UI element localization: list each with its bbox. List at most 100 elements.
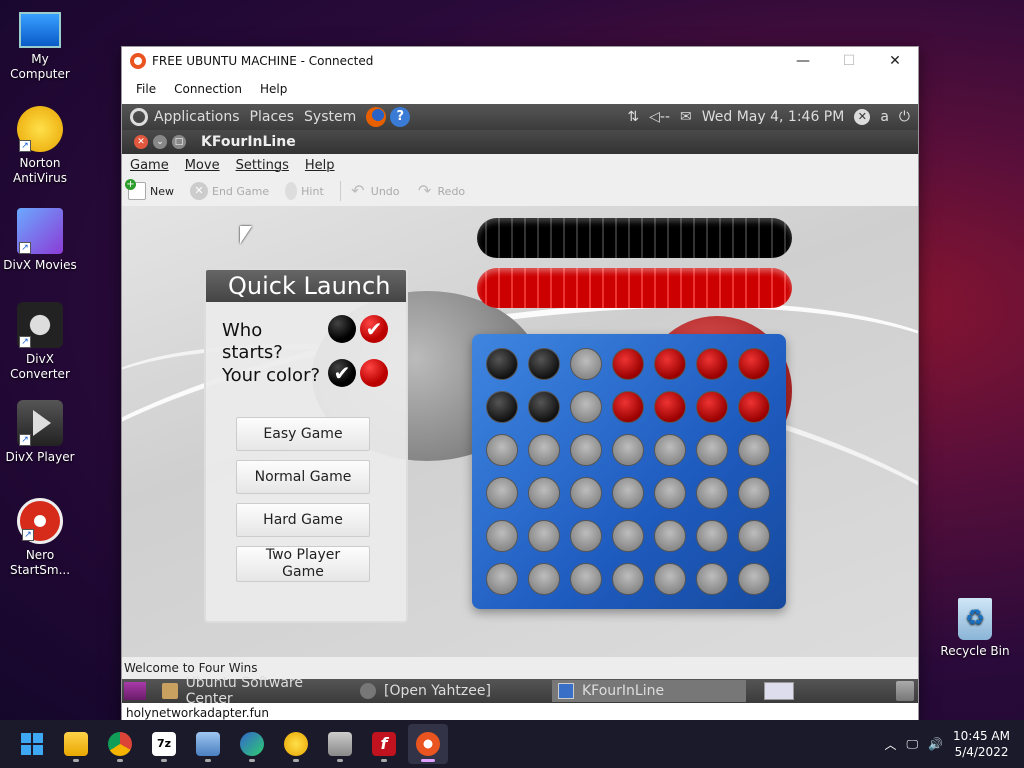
- taskbar-chrome[interactable]: [100, 724, 140, 764]
- network-monitor-icon[interactable]: 🖵: [907, 737, 919, 752]
- minimize-button[interactable]: —: [780, 47, 826, 75]
- taskbar-flash[interactable]: f: [364, 724, 404, 764]
- taskbar-file-explorer[interactable]: [56, 724, 96, 764]
- empty-slot[interactable]: [612, 520, 644, 552]
- taskbar-clock[interactable]: 10:45 AM 5/4/2022: [953, 728, 1010, 760]
- red-piece[interactable]: [696, 391, 728, 423]
- chevron-up-icon[interactable]: ︿: [884, 736, 896, 753]
- empty-slot[interactable]: [570, 434, 602, 466]
- empty-slot[interactable]: [528, 434, 560, 466]
- black-piece[interactable]: [486, 391, 518, 423]
- toolbar-hint-button[interactable]: Hint: [285, 182, 324, 200]
- normal-game-button[interactable]: Normal Game: [236, 460, 370, 494]
- empty-slot[interactable]: [486, 520, 518, 552]
- maximize-button[interactable]: ☐: [826, 47, 872, 75]
- kf-menu-help[interactable]: Help: [305, 158, 335, 173]
- toolbar-redo-button[interactable]: ↷ Redo: [416, 182, 465, 200]
- empty-slot[interactable]: [654, 434, 686, 466]
- empty-slot[interactable]: [486, 434, 518, 466]
- close-button[interactable]: ✕: [872, 47, 918, 75]
- empty-slot[interactable]: [696, 477, 728, 509]
- show-desktop-icon[interactable]: [124, 682, 146, 700]
- black-piece[interactable]: [528, 391, 560, 423]
- kf-menu-move[interactable]: Move: [185, 158, 220, 173]
- empty-slot[interactable]: [570, 520, 602, 552]
- speaker-icon[interactable]: 🔊: [928, 737, 943, 751]
- desktop-icon-nero[interactable]: ↗ Nero StartSm...: [0, 498, 80, 578]
- vm-menu-file[interactable]: File: [136, 82, 156, 96]
- mail-icon[interactable]: ✉: [680, 109, 692, 125]
- desktop-icon-divx-converter[interactable]: ↗ DivX Converter: [0, 302, 80, 382]
- taskbar-ubuntu-vm[interactable]: [408, 724, 448, 764]
- empty-slot[interactable]: [570, 391, 602, 423]
- empty-slot[interactable]: [738, 477, 770, 509]
- desktop-icon-recycle-bin[interactable]: ♻ Recycle Bin: [935, 598, 1015, 659]
- desktop-icon-my-computer[interactable]: My Computer: [0, 10, 80, 82]
- red-piece[interactable]: [654, 348, 686, 380]
- taskbar-network[interactable]: [188, 724, 228, 764]
- empty-slot[interactable]: [738, 434, 770, 466]
- vm-menu-connection[interactable]: Connection: [174, 82, 242, 96]
- red-piece[interactable]: [738, 348, 770, 380]
- two-player-game-button[interactable]: Two Player Game: [236, 546, 370, 582]
- trash-icon[interactable]: [896, 681, 914, 701]
- empty-slot[interactable]: [528, 563, 560, 595]
- empty-slot[interactable]: [654, 520, 686, 552]
- empty-slot[interactable]: [696, 563, 728, 595]
- firefox-icon[interactable]: [366, 107, 387, 127]
- red-piece[interactable]: [738, 391, 770, 423]
- task-ubuntu-software-center[interactable]: Ubuntu Software Center: [156, 675, 350, 707]
- panel-user[interactable]: a: [880, 109, 889, 125]
- workspace-switcher[interactable]: [764, 682, 794, 700]
- task-open-yahtzee[interactable]: [Open Yahtzee]: [354, 680, 548, 702]
- desktop-icon-norton-antivirus[interactable]: ↗ Norton AntiVirus: [0, 106, 80, 186]
- empty-slot[interactable]: [738, 520, 770, 552]
- color-black-option-checked[interactable]: ✔: [328, 359, 356, 387]
- desktop-icon-divx-player[interactable]: ↗ DivX Player: [0, 400, 80, 465]
- empty-slot[interactable]: [654, 477, 686, 509]
- empty-slot[interactable]: [570, 348, 602, 380]
- empty-slot[interactable]: [696, 434, 728, 466]
- toolbar-end-game-button[interactable]: ✕ End Game: [190, 182, 269, 200]
- color-red-option[interactable]: [360, 359, 388, 387]
- vm-menu-help[interactable]: Help: [260, 82, 287, 96]
- toolbar-new-button[interactable]: + New: [125, 179, 174, 200]
- taskbar-edge[interactable]: [232, 724, 272, 764]
- start-button[interactable]: [12, 724, 52, 764]
- empty-slot[interactable]: [486, 477, 518, 509]
- taskbar-norton[interactable]: [276, 724, 316, 764]
- task-kfourinline[interactable]: KFourInLine: [552, 680, 746, 702]
- session-close-icon[interactable]: ✕: [854, 109, 871, 125]
- kf-maximize-button[interactable]: □: [172, 135, 186, 149]
- kf-menu-game[interactable]: Game: [130, 158, 169, 173]
- panel-clock[interactable]: Wed May 4, 1:46 PM: [702, 109, 845, 125]
- empty-slot[interactable]: [612, 563, 644, 595]
- empty-slot[interactable]: [738, 563, 770, 595]
- volume-icon[interactable]: ◁--: [649, 109, 670, 125]
- hard-game-button[interactable]: Hard Game: [236, 503, 370, 537]
- red-piece[interactable]: [654, 391, 686, 423]
- starter-red-option-checked[interactable]: ✔: [360, 315, 388, 343]
- empty-slot[interactable]: [570, 563, 602, 595]
- empty-slot[interactable]: [528, 477, 560, 509]
- kf-menu-settings[interactable]: Settings: [236, 158, 289, 173]
- network-arrows-icon[interactable]: ⇅: [627, 109, 639, 125]
- panel-menu-places[interactable]: Places: [250, 109, 295, 125]
- easy-game-button[interactable]: Easy Game: [236, 417, 370, 451]
- panel-menu-applications[interactable]: Applications: [154, 109, 240, 125]
- red-piece[interactable]: [612, 348, 644, 380]
- panel-menu-system[interactable]: System: [304, 109, 356, 125]
- ubuntu-menu-icon[interactable]: [130, 108, 148, 126]
- game-area[interactable]: Quick Launch Who starts? Your color? ✔ ✔…: [122, 206, 918, 657]
- empty-slot[interactable]: [570, 477, 602, 509]
- desktop-icon-divx-movies[interactable]: ↗ DivX Movies: [0, 208, 80, 273]
- black-piece[interactable]: [486, 348, 518, 380]
- toolbar-undo-button[interactable]: ↶ Undo: [349, 182, 399, 200]
- empty-slot[interactable]: [528, 520, 560, 552]
- empty-slot[interactable]: [696, 520, 728, 552]
- empty-slot[interactable]: [612, 434, 644, 466]
- taskbar-installer[interactable]: [320, 724, 360, 764]
- empty-slot[interactable]: [612, 477, 644, 509]
- power-icon[interactable]: ⏻: [899, 109, 910, 125]
- kf-close-button[interactable]: ✕: [134, 135, 148, 149]
